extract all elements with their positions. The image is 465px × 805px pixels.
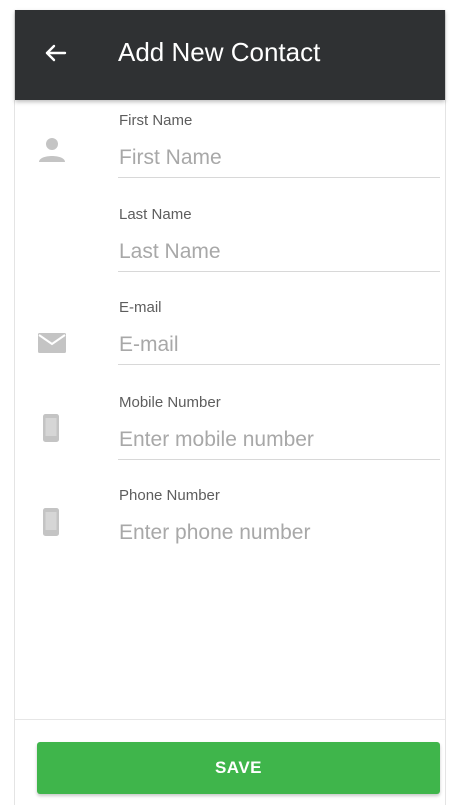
first-name-label: First Name — [119, 112, 193, 129]
save-button[interactable]: SAVE — [37, 742, 440, 794]
mobile-number-input[interactable] — [118, 420, 440, 460]
back-button[interactable] — [41, 38, 71, 68]
last-name-input[interactable] — [118, 232, 440, 272]
page-title: Add New Contact — [118, 37, 321, 67]
person-icon — [37, 137, 67, 163]
mail-icon — [37, 332, 67, 354]
app-bar: Add New Contact — [15, 10, 445, 100]
arrow-back-icon — [45, 44, 67, 62]
footer-divider — [15, 719, 445, 720]
last-name-label: Last Name — [119, 206, 192, 223]
contact-form-screen: Add New Contact First Name Last Name E-m… — [14, 10, 446, 805]
first-name-input[interactable] — [118, 138, 440, 178]
mobile-number-label: Mobile Number — [119, 394, 221, 411]
email-input[interactable] — [118, 325, 440, 365]
mobile-phone-icon — [42, 413, 60, 443]
phone-number-label: Phone Number — [119, 487, 220, 504]
email-label: E-mail — [119, 299, 162, 316]
phone-number-input[interactable] — [118, 513, 440, 553]
phone-icon — [42, 507, 60, 537]
